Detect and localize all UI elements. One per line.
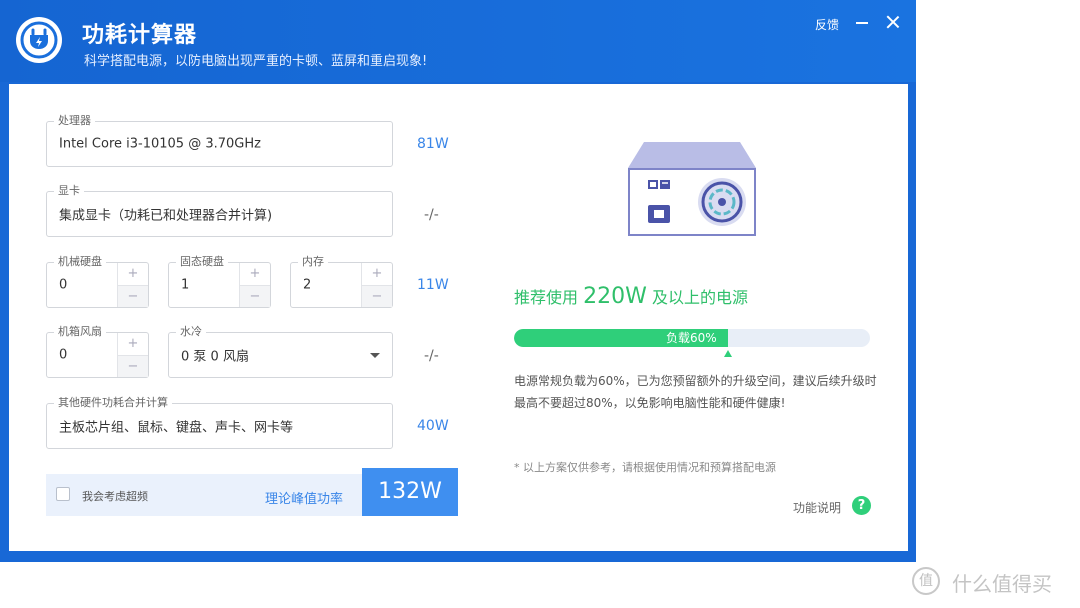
close-icon[interactable] xyxy=(884,13,902,31)
cooling-watt: -/- xyxy=(424,348,439,364)
ram-decrement-button[interactable]: − xyxy=(362,285,392,307)
plug-logo-icon xyxy=(16,17,62,63)
ram-value: 2 xyxy=(303,277,312,293)
water-cooling-value: 0 泵 0 风扇 xyxy=(181,349,249,365)
overclock-checkbox[interactable] xyxy=(56,487,70,501)
fan-decrement-button[interactable]: − xyxy=(118,355,148,377)
other-watt: 40W xyxy=(417,418,449,434)
question-icon[interactable]: ? xyxy=(852,496,871,515)
water-cooling-select[interactable]: 水冷 0 泵 0 风扇 xyxy=(168,325,393,378)
hdd-decrement-button[interactable]: − xyxy=(118,285,148,307)
fan-label: 机箱风扇 xyxy=(54,325,106,339)
cpu-watt: 81W xyxy=(417,136,449,152)
ram-stepper-controls: + − xyxy=(361,263,392,307)
overclock-label: 我会考虑超频 xyxy=(82,490,148,503)
watermark-logo-icon: 值 xyxy=(912,567,940,595)
minimize-icon[interactable] xyxy=(853,11,871,33)
ram-stepper[interactable]: 内存 2 + − xyxy=(290,255,393,308)
ssd-increment-button[interactable]: + xyxy=(240,263,270,285)
cpu-select[interactable]: 处理器 Intel Core i3-10105 @ 3.70GHz xyxy=(46,114,393,167)
title-bar: 功耗计算器 科学搭配电源，以防电脑出现严重的卡顿、蓝屏和重启现象! 反馈 xyxy=(0,0,916,82)
ssd-stepper-controls: + − xyxy=(239,263,270,307)
peak-power-label: 理论峰值功率 xyxy=(265,492,344,507)
power-supply-icon xyxy=(628,142,756,236)
recommendation-text: 推荐使用 220W 及以上的电源 xyxy=(514,284,748,309)
help-link[interactable]: 功能说明 xyxy=(793,499,841,516)
ssd-stepper[interactable]: 固态硬盘 1 + − xyxy=(168,255,271,308)
total-power-value: 132W xyxy=(362,468,458,516)
load-label: 负载60% xyxy=(666,331,717,345)
ram-increment-button[interactable]: + xyxy=(362,263,392,285)
summary-bar: 我会考虑超频 理论峰值功率 xyxy=(46,474,362,516)
fan-stepper[interactable]: 机箱风扇 0 + − xyxy=(46,325,149,378)
ram-label: 内存 xyxy=(298,255,328,269)
feedback-link[interactable]: 反馈 xyxy=(815,16,839,33)
ssd-decrement-button[interactable]: − xyxy=(240,285,270,307)
gpu-label: 显卡 xyxy=(54,184,84,198)
other-hardware-field[interactable]: 其他硬件功耗合并计算 主板芯片组、鼠标、键盘、声卡、网卡等 xyxy=(46,396,393,449)
hdd-value: 0 xyxy=(59,277,68,293)
ssd-value: 1 xyxy=(181,277,190,293)
hdd-label: 机械硬盘 xyxy=(54,255,106,269)
storage-watt: 11W xyxy=(417,277,449,293)
hdd-stepper-controls: + − xyxy=(117,263,148,307)
fan-increment-button[interactable]: + xyxy=(118,333,148,355)
fan-stepper-controls: + − xyxy=(117,333,148,377)
gpu-value: 集成显卡（功耗已和处理器合并计算) xyxy=(59,208,273,224)
gpu-watt: -/- xyxy=(424,207,439,223)
gpu-select[interactable]: 显卡 集成显卡（功耗已和处理器合并计算) xyxy=(46,184,393,237)
app-subtitle: 科学搭配电源，以防电脑出现严重的卡顿、蓝屏和重启现象! xyxy=(84,54,428,69)
recommendation-description: 电源常规负载为60%，已为您预留额外的升级空间，建议后续升级时最高不要超过80%… xyxy=(514,374,877,410)
app-title: 功耗计算器 xyxy=(82,23,198,48)
hdd-stepper[interactable]: 机械硬盘 0 + − xyxy=(46,255,149,308)
cpu-value: Intel Core i3-10105 @ 3.70GHz xyxy=(59,136,261,152)
cpu-label: 处理器 xyxy=(54,114,95,128)
recommended-watt: 220W xyxy=(583,284,647,309)
other-hardware-label: 其他硬件功耗合并计算 xyxy=(54,396,172,410)
hdd-increment-button[interactable]: + xyxy=(118,263,148,285)
water-cooling-label: 水冷 xyxy=(176,325,206,339)
fan-value: 0 xyxy=(59,347,68,363)
recommendation-suffix: 及以上的电源 xyxy=(651,288,748,307)
recommendation-prefix: 推荐使用 xyxy=(514,288,579,307)
watermark-text: 什么值得买 xyxy=(952,572,1052,596)
disclaimer-note: * 以上方案仅供参考，请根据使用情况和预算搭配电源 xyxy=(514,461,776,474)
load-marker-icon xyxy=(724,350,732,357)
ssd-label: 固态硬盘 xyxy=(176,255,228,269)
chevron-down-icon[interactable] xyxy=(370,353,380,358)
other-hardware-value: 主板芯片组、鼠标、键盘、声卡、网卡等 xyxy=(59,420,294,436)
